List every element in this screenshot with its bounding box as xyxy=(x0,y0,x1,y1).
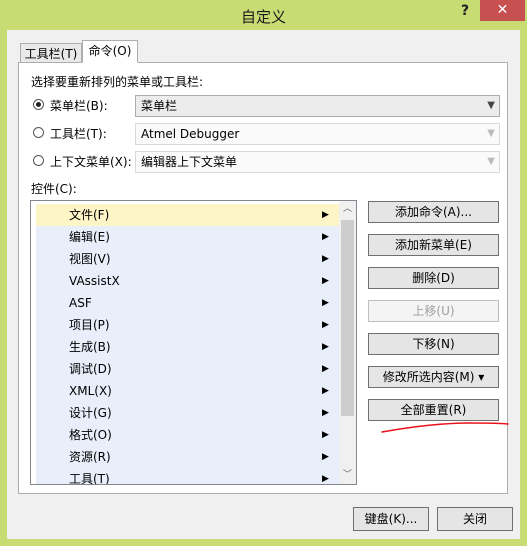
submenu-arrow-icon: ▶ xyxy=(322,364,329,374)
list-item-label: 工具(T) xyxy=(69,472,110,485)
submenu-arrow-icon: ▶ xyxy=(322,342,329,352)
list-item-label: 资源(R) xyxy=(69,450,111,464)
list-item-label: 格式(O) xyxy=(69,428,112,442)
submenu-arrow-icon: ▶ xyxy=(322,232,329,242)
add-command-button[interactable]: 添加命令(A)... xyxy=(368,201,499,223)
modify-selection-button[interactable]: 修改所选内容(M) ▾ xyxy=(368,366,499,388)
list-item[interactable]: VAssistX ▶ xyxy=(36,270,339,292)
chevron-down-icon: ▼ xyxy=(487,156,495,167)
rearrange-prompt: 选择要重新排列的菜单或工具栏: xyxy=(31,75,204,89)
menubar-select-value: 菜单栏 xyxy=(141,99,178,113)
list-item-label: 项目(P) xyxy=(69,318,110,332)
submenu-arrow-icon: ▶ xyxy=(322,210,329,220)
submenu-arrow-icon: ▶ xyxy=(322,408,329,418)
list-item-label: 视图(V) xyxy=(69,252,111,266)
close-button[interactable]: 关闭 xyxy=(437,507,513,531)
keyboard-button[interactable]: 键盘(K)... xyxy=(353,507,429,531)
list-scrollbar[interactable]: ︿ ﹀ xyxy=(339,201,356,484)
list-item[interactable]: 项目(P) ▶ xyxy=(36,314,339,336)
red-underline-annotation xyxy=(381,422,509,433)
menubar-radio[interactable] xyxy=(33,99,44,110)
tab-toolbars[interactable]: 工具栏(T) xyxy=(20,43,82,63)
submenu-arrow-icon: ▶ xyxy=(322,430,329,440)
window-frame-right xyxy=(520,30,527,546)
chevron-down-icon: ▼ xyxy=(487,100,495,111)
scroll-down-icon[interactable]: ﹀ xyxy=(339,467,356,484)
tab-commands[interactable]: 命令(O) xyxy=(82,40,138,63)
list-item[interactable]: 工具(T) ▶ xyxy=(36,468,339,485)
help-button[interactable]: ? xyxy=(453,3,477,25)
submenu-arrow-icon: ▶ xyxy=(322,276,329,286)
toolbar-select-value: Atmel Debugger xyxy=(141,127,240,141)
list-item[interactable]: 格式(O) ▶ xyxy=(36,424,339,446)
submenu-arrow-icon: ▶ xyxy=(322,474,329,484)
list-item[interactable]: ASF ▶ xyxy=(36,292,339,314)
window-title: 自定义 xyxy=(240,8,286,26)
context-menu-label[interactable]: 上下文菜单(X): xyxy=(50,153,132,170)
controls-list[interactable]: 文件(F) ▶ 编辑(E) ▶ 视图(V) ▶ VAssistX ▶ ASF ▶ 项目(P… xyxy=(30,200,357,485)
chevron-down-icon: ▼ xyxy=(487,128,495,139)
toolbar-label[interactable]: 工具栏(T): xyxy=(50,125,107,142)
list-item-label: 编辑(E) xyxy=(69,230,110,244)
toolbar-select[interactable]: Atmel Debugger ▼ xyxy=(135,123,500,145)
toolbar-radio[interactable] xyxy=(33,127,44,138)
window-frame-left xyxy=(0,30,7,546)
context-menu-select-value: 编辑器上下文菜单 xyxy=(141,155,238,169)
submenu-arrow-icon: ▶ xyxy=(322,320,329,330)
list-item-label: 调试(D) xyxy=(69,362,112,376)
submenu-arrow-icon: ▶ xyxy=(322,452,329,462)
submenu-arrow-icon: ▶ xyxy=(322,254,329,264)
list-item[interactable]: 文件(F) ▶ xyxy=(36,204,339,226)
list-item-label: VAssistX xyxy=(69,274,120,288)
scroll-thumb[interactable] xyxy=(341,220,354,416)
list-item-label: XML(X) xyxy=(69,384,112,398)
list-item-label: 文件(F) xyxy=(69,208,110,222)
scroll-up-icon[interactable]: ︿ xyxy=(339,201,356,218)
list-item[interactable]: 编辑(E) ▶ xyxy=(36,226,339,248)
context-menu-radio[interactable] xyxy=(33,155,44,166)
move-up-button[interactable]: 上移(U) xyxy=(368,300,499,322)
list-item[interactable]: 设计(G) ▶ xyxy=(36,402,339,424)
list-item[interactable]: 资源(R) ▶ xyxy=(36,446,339,468)
move-down-button[interactable]: 下移(N) xyxy=(368,333,499,355)
delete-button[interactable]: 删除(D) xyxy=(368,267,499,289)
context-menu-select[interactable]: 编辑器上下文菜单 ▼ xyxy=(135,151,500,173)
title-bar: 自定义 ? ✕ xyxy=(0,0,527,30)
submenu-arrow-icon: ▶ xyxy=(322,386,329,396)
menubar-label[interactable]: 菜单栏(B): xyxy=(50,97,108,114)
list-item[interactable]: 视图(V) ▶ xyxy=(36,248,339,270)
controls-label: 控件(C): xyxy=(31,182,77,196)
list-item[interactable]: 生成(B) ▶ xyxy=(36,336,339,358)
list-item-label: 设计(G) xyxy=(69,406,112,420)
window-frame-bottom xyxy=(0,539,527,546)
list-item-label: ASF xyxy=(69,296,92,310)
add-new-menu-button[interactable]: 添加新菜单(E) xyxy=(368,234,499,256)
close-window-button[interactable]: ✕ xyxy=(480,0,525,21)
list-item[interactable]: 调试(D) ▶ xyxy=(36,358,339,380)
list-item-label: 生成(B) xyxy=(69,340,111,354)
annotation-stroke xyxy=(381,422,509,433)
list-item[interactable]: XML(X) ▶ xyxy=(36,380,339,402)
menubar-select[interactable]: 菜单栏 ▼ xyxy=(135,95,500,117)
submenu-arrow-icon: ▶ xyxy=(322,298,329,308)
